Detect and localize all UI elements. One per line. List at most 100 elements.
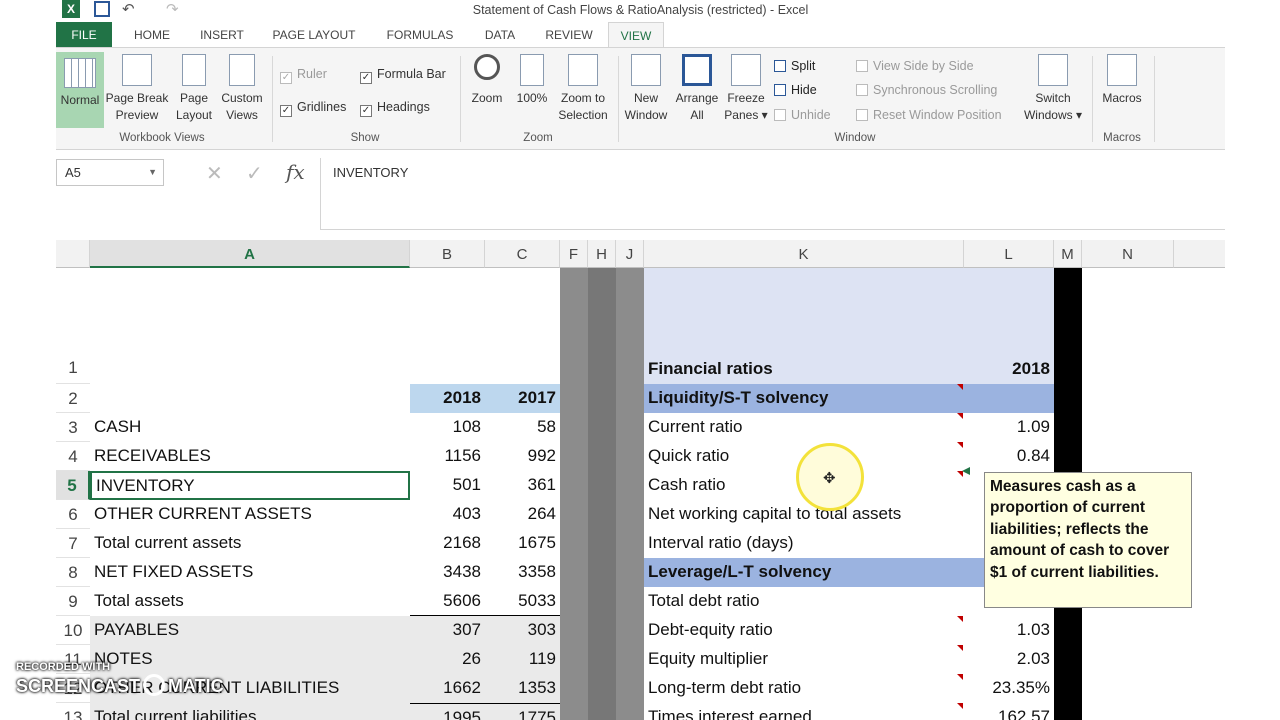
cell-c8[interactable]: 3358 — [485, 558, 560, 586]
cell-b2[interactable]: 2018 — [410, 384, 485, 412]
col-header-c[interactable]: C — [485, 240, 560, 268]
row-header[interactable]: 1 — [56, 268, 90, 384]
enter-icon[interactable]: ✓ — [246, 161, 263, 186]
cell-l12[interactable]: 23.35% — [964, 674, 1054, 702]
row-header[interactable]: 10 — [56, 616, 90, 645]
cell-b4[interactable]: 1156 — [410, 442, 485, 470]
row-header-selected[interactable]: 5 — [56, 471, 90, 500]
cell-k1[interactable]: Financial ratios — [644, 355, 964, 383]
row-header[interactable]: 2 — [56, 384, 90, 413]
cell-b13[interactable]: 1995 — [410, 703, 485, 720]
col-header-a[interactable]: A — [90, 240, 410, 268]
view-side-by-side-button[interactable]: View Side by Side — [856, 58, 974, 74]
headings-checkbox[interactable]: ✓ Headings — [360, 99, 430, 117]
cell-c11[interactable]: 119 — [485, 645, 560, 673]
cell-c6[interactable]: 264 — [485, 500, 560, 528]
zoom-button[interactable]: Zoom — [466, 54, 508, 107]
formula-input[interactable]: INVENTORY — [320, 158, 1225, 230]
row-header[interactable]: 4 — [56, 442, 90, 471]
row-header[interactable]: 6 — [56, 500, 90, 529]
row-header[interactable]: 7 — [56, 529, 90, 558]
split-button[interactable]: Split — [774, 58, 815, 74]
cell-a4[interactable]: RECEIVABLES — [90, 442, 410, 470]
cell-k2[interactable]: Liquidity/S-T solvency — [644, 384, 964, 412]
cell-c13[interactable]: 1775 — [485, 703, 560, 720]
arrange-all-button[interactable]: Arrange All — [672, 54, 722, 124]
macros-button[interactable]: Macros — [1098, 54, 1146, 107]
cell-a10[interactable]: PAYABLES — [90, 616, 410, 644]
zoom-100-button[interactable]: 100% — [512, 54, 552, 107]
col-header-k[interactable]: K — [644, 240, 964, 268]
col-header-o[interactable]: O — [1174, 240, 1225, 268]
cell-c10[interactable]: 303 — [485, 616, 560, 644]
cell-b10[interactable]: 307 — [410, 616, 485, 644]
cell-k12[interactable]: Long-term debt ratio — [644, 674, 964, 702]
cell-a13[interactable]: Total current liabilities — [90, 703, 410, 720]
freeze-panes-button[interactable]: Freeze Panes ▾ — [724, 54, 768, 124]
gridlines-checkbox[interactable]: ✓ Gridlines — [280, 99, 346, 117]
cell-l13[interactable]: 162.57 — [964, 703, 1054, 720]
cell-l4[interactable]: 0.84 — [964, 442, 1054, 470]
cell-b5[interactable]: 501 — [410, 471, 485, 499]
cell-b12[interactable]: 1662 — [410, 674, 485, 702]
col-header-n[interactable]: N — [1082, 240, 1174, 268]
tab-insert[interactable]: INSERT — [192, 22, 252, 48]
cell-l3[interactable]: 1.09 — [964, 413, 1054, 441]
cell-c5[interactable]: 361 — [485, 471, 560, 499]
cell-c3[interactable]: 58 — [485, 413, 560, 441]
cell-a9[interactable]: Total assets — [90, 587, 410, 615]
cell-b8[interactable]: 3438 — [410, 558, 485, 586]
row-header[interactable]: 13 — [56, 703, 90, 720]
formula-bar-checkbox[interactable]: ✓ Formula Bar — [360, 66, 446, 84]
cell-c7[interactable]: 1675 — [485, 529, 560, 557]
cell-k13[interactable]: Times interest earned — [644, 703, 964, 720]
page-break-preview-button[interactable]: Page Break Preview — [104, 54, 170, 124]
tab-formulas[interactable]: FORMULAS — [376, 22, 464, 48]
ruler-checkbox[interactable]: ✓ Ruler — [280, 66, 327, 84]
switch-windows-button[interactable]: Switch Windows ▾ — [1020, 54, 1086, 124]
cell-b7[interactable]: 2168 — [410, 529, 485, 557]
cell-b11[interactable]: 26 — [410, 645, 485, 673]
insert-function-icon[interactable]: fx — [286, 160, 305, 184]
unhide-button[interactable]: Unhide — [774, 107, 831, 123]
cell-b9[interactable]: 5606 — [410, 587, 485, 616]
cell-a7[interactable]: Total current assets — [90, 529, 410, 557]
cell-k8[interactable]: Leverage/L-T solvency — [644, 558, 964, 586]
normal-view-button[interactable]: Normal — [56, 52, 104, 128]
row-header[interactable]: 9 — [56, 587, 90, 616]
cell-a3[interactable]: CASH — [90, 413, 410, 441]
select-all-corner[interactable] — [56, 240, 90, 268]
cell-k11[interactable]: Equity multiplier — [644, 645, 964, 673]
synchronous-scrolling-button[interactable]: Synchronous Scrolling — [856, 82, 997, 98]
reset-window-position-button[interactable]: Reset Window Position — [856, 107, 1002, 123]
tab-data[interactable]: DATA — [476, 22, 524, 48]
cell-k7[interactable]: Interval ratio (days) — [644, 529, 964, 557]
tab-file[interactable]: FILE — [56, 22, 112, 48]
cell-a8[interactable]: NET FIXED ASSETS — [90, 558, 410, 586]
cell-k3[interactable]: Current ratio — [644, 413, 964, 441]
cell-b3[interactable]: 108 — [410, 413, 485, 441]
col-header-j[interactable]: J — [616, 240, 644, 268]
cell-l10[interactable]: 1.03 — [964, 616, 1054, 644]
new-window-button[interactable]: New Window — [620, 54, 672, 124]
row-header[interactable]: 3 — [56, 413, 90, 442]
page-layout-button[interactable]: Page Layout — [172, 54, 216, 124]
hide-button[interactable]: Hide — [774, 82, 817, 98]
col-header-f[interactable]: F — [560, 240, 588, 268]
tab-view[interactable]: VIEW — [608, 22, 664, 49]
col-header-b[interactable]: B — [410, 240, 485, 268]
cell-b6[interactable]: 403 — [410, 500, 485, 528]
tab-review[interactable]: REVIEW — [536, 22, 602, 48]
tab-page-layout[interactable]: PAGE LAYOUT — [264, 22, 364, 48]
cell-k9[interactable]: Total debt ratio — [644, 587, 964, 615]
cell-a5-selected[interactable]: INVENTORY — [90, 471, 410, 500]
custom-views-button[interactable]: Custom Views — [216, 54, 268, 124]
col-header-m[interactable]: M — [1054, 240, 1082, 268]
cell-k6[interactable]: Net working capital to total assets — [644, 500, 964, 528]
zoom-to-selection-button[interactable]: Zoom to Selection — [554, 54, 612, 124]
tab-home[interactable]: HOME — [122, 22, 182, 48]
cell-l11[interactable]: 2.03 — [964, 645, 1054, 673]
cell-c12[interactable]: 1353 — [485, 674, 560, 702]
cell-c9[interactable]: 5033 — [485, 587, 560, 616]
cell-k10[interactable]: Debt-equity ratio — [644, 616, 964, 644]
